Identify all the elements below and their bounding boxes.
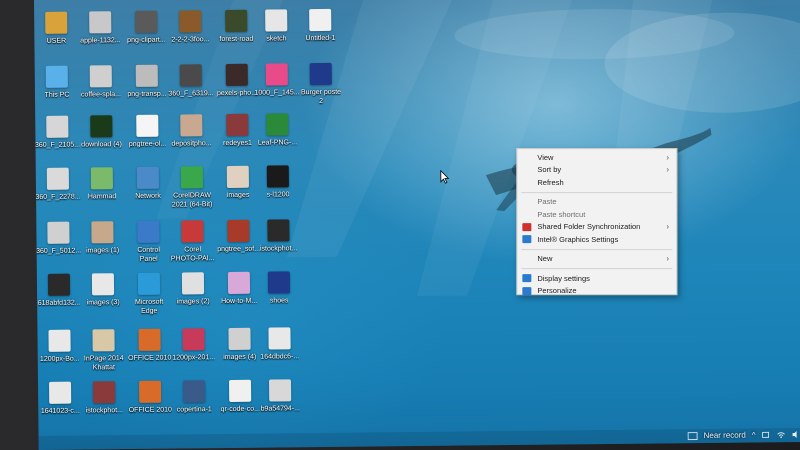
desktop-context-menu: View › Sort by › Refresh Paste Paste shortcut S… bbox=[516, 148, 678, 297]
desktop-icon-label: Untitled-1 bbox=[305, 34, 336, 43]
menu-item-icon-slot bbox=[522, 153, 531, 161]
menu-item-label: Intel® Graphics Settings bbox=[537, 234, 619, 244]
desktop-icon-image bbox=[268, 379, 292, 402]
desktop-icon-label: Leaf-PNG-... bbox=[257, 139, 298, 147]
menu-item-label: Display settings bbox=[537, 273, 590, 283]
desktop-icon-label: s-l1200 bbox=[266, 191, 290, 199]
menu-item-icon-slot bbox=[522, 198, 531, 206]
desktop-icon-image bbox=[266, 113, 289, 136]
desktop-icon-image bbox=[267, 219, 290, 242]
menu-item-personalize[interactable]: Personalize bbox=[517, 285, 676, 297]
desktop-icon-image bbox=[182, 328, 205, 351]
display-settings-icon bbox=[522, 274, 532, 283]
menu-item-sort-by[interactable]: Sort by › bbox=[517, 164, 676, 176]
desktop-icon-image bbox=[91, 221, 114, 244]
menu-item-refresh[interactable]: Refresh bbox=[517, 176, 676, 188]
desktop-icon-image bbox=[267, 271, 291, 294]
desktop-icon-label-line2: Panel bbox=[139, 255, 158, 263]
desktop-icon-image bbox=[179, 10, 202, 33]
desktop-icon-image bbox=[309, 8, 332, 32]
submenu-arrow-icon: › bbox=[666, 152, 670, 162]
desktop-icon-image bbox=[268, 327, 291, 350]
desktop-icon-label: istockphot... bbox=[259, 245, 298, 253]
desktop-icon-image bbox=[181, 220, 204, 243]
volume-icon[interactable] bbox=[792, 430, 800, 439]
desktop-icon-image bbox=[92, 329, 115, 352]
menu-item-label: Refresh bbox=[537, 177, 564, 187]
menu-separator bbox=[521, 248, 673, 250]
menu-item-label: New bbox=[537, 254, 553, 264]
menu-item-display-settings[interactable]: Display settings bbox=[517, 272, 676, 284]
menu-item-new[interactable]: New › bbox=[517, 253, 676, 265]
intel-graphics-icon bbox=[522, 235, 532, 244]
menu-item-label: Shared Folder Synchronization bbox=[537, 222, 641, 232]
desktop-icon-image bbox=[180, 166, 203, 189]
desktop-icon-image bbox=[90, 115, 113, 138]
submenu-arrow-icon: › bbox=[666, 254, 670, 264]
menu-item-icon-slot bbox=[522, 210, 531, 218]
desktop-icon-label: b9a54794-... bbox=[260, 405, 300, 413]
desktop-icon[interactable]: shoes bbox=[243, 267, 316, 332]
desktop-icon-label: USER bbox=[46, 37, 67, 45]
desktop-icon-image bbox=[92, 381, 116, 404]
sync-icon bbox=[522, 222, 532, 231]
desktop-icon-label: shoes bbox=[269, 297, 289, 305]
menu-separator bbox=[521, 268, 673, 270]
menu-item-intel-graphics-settings[interactable]: Intel® Graphics Settings bbox=[517, 233, 676, 245]
desktop-icon-image bbox=[179, 64, 202, 87]
desktop-icon-image bbox=[91, 273, 115, 296]
desktop-icon-label: Burger poste bbox=[300, 88, 342, 97]
desktop-icon-label-line2: Edge bbox=[141, 307, 158, 315]
submenu-arrow-icon: › bbox=[666, 165, 670, 175]
desktop-icon-image bbox=[309, 62, 332, 86]
menu-item-icon-slot bbox=[522, 166, 531, 174]
menu-item-shared-folder-synchronization[interactable]: Shared Folder Synchronization › bbox=[517, 221, 676, 233]
chevron-up-icon[interactable]: ^ bbox=[752, 430, 756, 439]
battery-icon[interactable] bbox=[762, 430, 771, 439]
notification-tray-icon[interactable] bbox=[687, 431, 698, 440]
tray-status-text: Near record bbox=[703, 430, 746, 441]
menu-item-paste-shortcut[interactable]: Paste shortcut bbox=[517, 208, 676, 220]
menu-item-paste[interactable]: Paste bbox=[517, 196, 676, 208]
desktop-icon-label-line2: Khattat bbox=[92, 364, 115, 372]
menu-item-label: Paste shortcut bbox=[537, 209, 586, 219]
desktop-icon-label: 164dbdc6-... bbox=[260, 353, 300, 361]
desktop-icon-image bbox=[266, 165, 289, 188]
desktop-icon-image bbox=[182, 380, 206, 403]
wifi-icon[interactable] bbox=[777, 430, 786, 439]
menu-item-label: Sort by bbox=[537, 165, 562, 175]
desktop-icon-label-line2: 2 bbox=[319, 97, 324, 106]
menu-item-icon-slot bbox=[522, 178, 531, 186]
mouse-cursor-icon bbox=[440, 169, 450, 184]
desktop-icon-image bbox=[89, 11, 112, 34]
desktop-icon-label: Corel bbox=[184, 246, 202, 254]
menu-separator bbox=[521, 191, 673, 193]
personalize-icon bbox=[522, 286, 532, 295]
menu-item-label: Personalize bbox=[537, 286, 577, 296]
menu-item-view[interactable]: View › bbox=[517, 151, 676, 163]
menu-item-icon-slot bbox=[522, 255, 531, 263]
desktop-screen[interactable]: USER apple-1132... png-clipart... 2-2-2-3fo… bbox=[34, 0, 800, 450]
desktop-icon-image bbox=[181, 272, 205, 295]
desktop-icon-image bbox=[90, 167, 113, 190]
submenu-arrow-icon: › bbox=[666, 222, 670, 232]
menu-item-label: Paste bbox=[537, 197, 557, 207]
menu-item-label: View bbox=[537, 152, 554, 162]
desktop-icon-image bbox=[180, 114, 203, 137]
system-tray: Near record ^ bbox=[687, 430, 800, 441]
desktop-icon-image bbox=[89, 65, 112, 88]
desktop-icon[interactable]: b9a54794-... bbox=[244, 375, 317, 440]
